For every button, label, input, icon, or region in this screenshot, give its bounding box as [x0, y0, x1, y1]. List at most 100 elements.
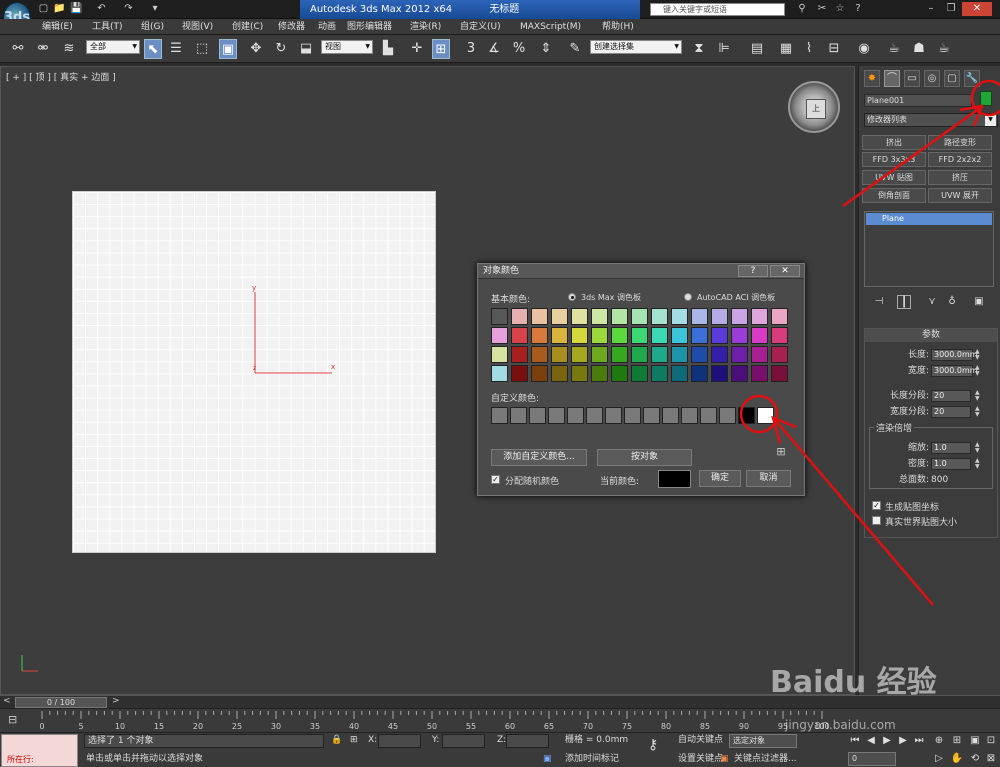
color-swatch[interactable]	[571, 346, 588, 363]
new-file-icon[interactable]: ▢	[37, 2, 50, 16]
gen-map-coords-label[interactable]: 生成贴图坐标	[885, 500, 939, 513]
viewport-label[interactable]: [ + ] [ 顶 ] [ 真实 + 边面 ]	[6, 70, 116, 83]
ok-button[interactable]: 确定	[699, 470, 741, 487]
color-swatch[interactable]	[711, 308, 728, 325]
length-segs-spinner[interactable]: ▲ ▼	[975, 390, 982, 402]
bevel-profile-button[interactable]: 倒角剖面	[862, 188, 926, 203]
color-swatch[interactable]	[511, 346, 528, 363]
color-swatch[interactable]	[631, 327, 648, 344]
scale-icon[interactable]: ⬓	[297, 39, 315, 59]
length-segs-field[interactable]: 20	[931, 390, 971, 402]
menu-tools[interactable]: 工具(T)	[92, 19, 123, 35]
stack-item-plane[interactable]: Plane	[866, 213, 992, 225]
zoom-all-icon[interactable]: ⊞	[950, 734, 964, 748]
select-by-name-icon[interactable]: ☰	[167, 39, 185, 59]
aci-palette-label[interactable]: AutoCAD ACI 调色板	[697, 292, 775, 303]
color-swatch[interactable]	[691, 365, 708, 382]
density-field[interactable]: 1.0	[931, 458, 971, 470]
object-name-field[interactable]: Plane001	[864, 94, 972, 107]
orbit-icon[interactable]: ⟲	[968, 752, 982, 766]
viewcube-compass[interactable]: 上	[788, 81, 840, 133]
dialog-help-button[interactable]: ?	[738, 265, 768, 277]
custom-color-swatch[interactable]	[491, 407, 508, 424]
pan-icon[interactable]: ✋	[950, 752, 964, 766]
menu-help[interactable]: 帮助(H)	[602, 19, 634, 35]
rotate-icon[interactable]: ↻	[272, 39, 290, 59]
menu-customize[interactable]: 自定义(U)	[460, 19, 501, 35]
set-key-button[interactable]: 设置关键点	[678, 753, 723, 766]
modifier-list-dropdown[interactable]: 修改器列表	[864, 113, 998, 127]
custom-color-swatch[interactable]	[757, 407, 774, 424]
extrude-button[interactable]: 挤出	[862, 135, 926, 150]
color-swatch[interactable]	[491, 327, 508, 344]
snap-toggle-icon[interactable]: 3	[462, 39, 480, 59]
squeeze-button[interactable]: 挤压	[928, 170, 992, 185]
color-swatch[interactable]	[511, 308, 528, 325]
color-swatch[interactable]	[691, 308, 708, 325]
custom-color-swatch[interactable]	[586, 407, 603, 424]
path-deform-button[interactable]: 路径变形	[928, 135, 992, 150]
color-swatch[interactable]	[571, 308, 588, 325]
color-swatch[interactable]	[531, 327, 548, 344]
add-time-tag[interactable]: 添加时间标记	[565, 753, 619, 766]
gen-map-coords-checkbox[interactable]: ✓	[872, 501, 881, 510]
color-swatch[interactable]	[591, 308, 608, 325]
rectangular-selection-icon[interactable]: ⬚	[193, 39, 211, 59]
color-swatch[interactable]	[651, 327, 668, 344]
graphite-modeling-icon[interactable]: ▦	[777, 39, 795, 59]
select-object-icon[interactable]: ⬉	[144, 39, 162, 59]
custom-color-swatch[interactable]	[643, 407, 660, 424]
color-swatch[interactable]	[611, 365, 628, 382]
color-swatch[interactable]	[711, 327, 728, 344]
custom-color-swatch[interactable]	[548, 407, 565, 424]
layer-manager-icon[interactable]: ▤	[748, 39, 766, 59]
color-swatch[interactable]	[551, 327, 568, 344]
width-field[interactable]: 3000.0mm	[931, 365, 978, 377]
color-swatch[interactable]	[631, 346, 648, 363]
color-swatch[interactable]	[591, 327, 608, 344]
width-spinner[interactable]: ▲ ▼	[975, 365, 982, 377]
color-swatch[interactable]	[551, 365, 568, 382]
menu-animation[interactable]: 动画	[318, 19, 336, 35]
prev-frame-icon[interactable]: ◀	[864, 734, 878, 748]
color-swatch[interactable]	[571, 365, 588, 382]
color-swatch[interactable]	[511, 365, 528, 382]
pivot-icon[interactable]: ▙	[379, 39, 397, 59]
utilities-tab-icon[interactable]: 🔧	[964, 70, 980, 87]
key-set-dropdown[interactable]: 选定对象	[729, 734, 797, 748]
eyedropper-icon[interactable]: ⊞	[773, 445, 789, 459]
color-swatch[interactable]	[611, 327, 628, 344]
color-swatch[interactable]	[731, 308, 748, 325]
color-swatch[interactable]	[551, 346, 568, 363]
custom-color-swatch[interactable]	[700, 407, 717, 424]
make-unique-icon[interactable]: ⋎	[925, 295, 939, 309]
object-color-swatch[interactable]	[980, 91, 992, 106]
color-swatch[interactable]	[651, 346, 668, 363]
remove-modifier-icon[interactable]: ♁	[945, 295, 959, 309]
move-icon[interactable]: ✥	[247, 39, 265, 59]
menu-graph-editors[interactable]: 图形编辑器	[347, 19, 392, 35]
color-swatch[interactable]	[771, 327, 788, 344]
restore-icon[interactable]: ❐	[942, 2, 960, 16]
length-field[interactable]: 3000.0mm	[931, 349, 978, 361]
time-slider[interactable]: 0 / 100	[15, 697, 107, 708]
motion-tab-icon[interactable]: ◎	[924, 70, 940, 87]
menu-rendering[interactable]: 渲染(R)	[410, 19, 441, 35]
color-swatch[interactable]	[651, 365, 668, 382]
show-end-result-icon[interactable]: ┃	[897, 295, 911, 309]
star-icon[interactable]: ☆	[833, 2, 847, 16]
color-swatch[interactable]	[671, 365, 688, 382]
bind-spacewarp-icon[interactable]: ≋	[60, 39, 78, 59]
select-manipulate-icon[interactable]: ✛	[408, 39, 426, 59]
color-swatch[interactable]	[531, 365, 548, 382]
menu-views[interactable]: 视图(V)	[182, 19, 213, 35]
lock-icon[interactable]: 🔒	[331, 734, 342, 747]
spinner-snap-icon[interactable]: ⇕	[537, 39, 555, 59]
scale-field[interactable]: 1.0	[931, 442, 971, 454]
color-swatch[interactable]	[491, 346, 508, 363]
length-spinner[interactable]: ▲ ▼	[975, 349, 982, 361]
color-swatch[interactable]	[571, 327, 588, 344]
open-file-icon[interactable]: 📁	[53, 2, 66, 16]
go-to-start-icon[interactable]: ⏮	[848, 734, 862, 748]
pin-stack-icon[interactable]: ⊣	[872, 295, 886, 309]
